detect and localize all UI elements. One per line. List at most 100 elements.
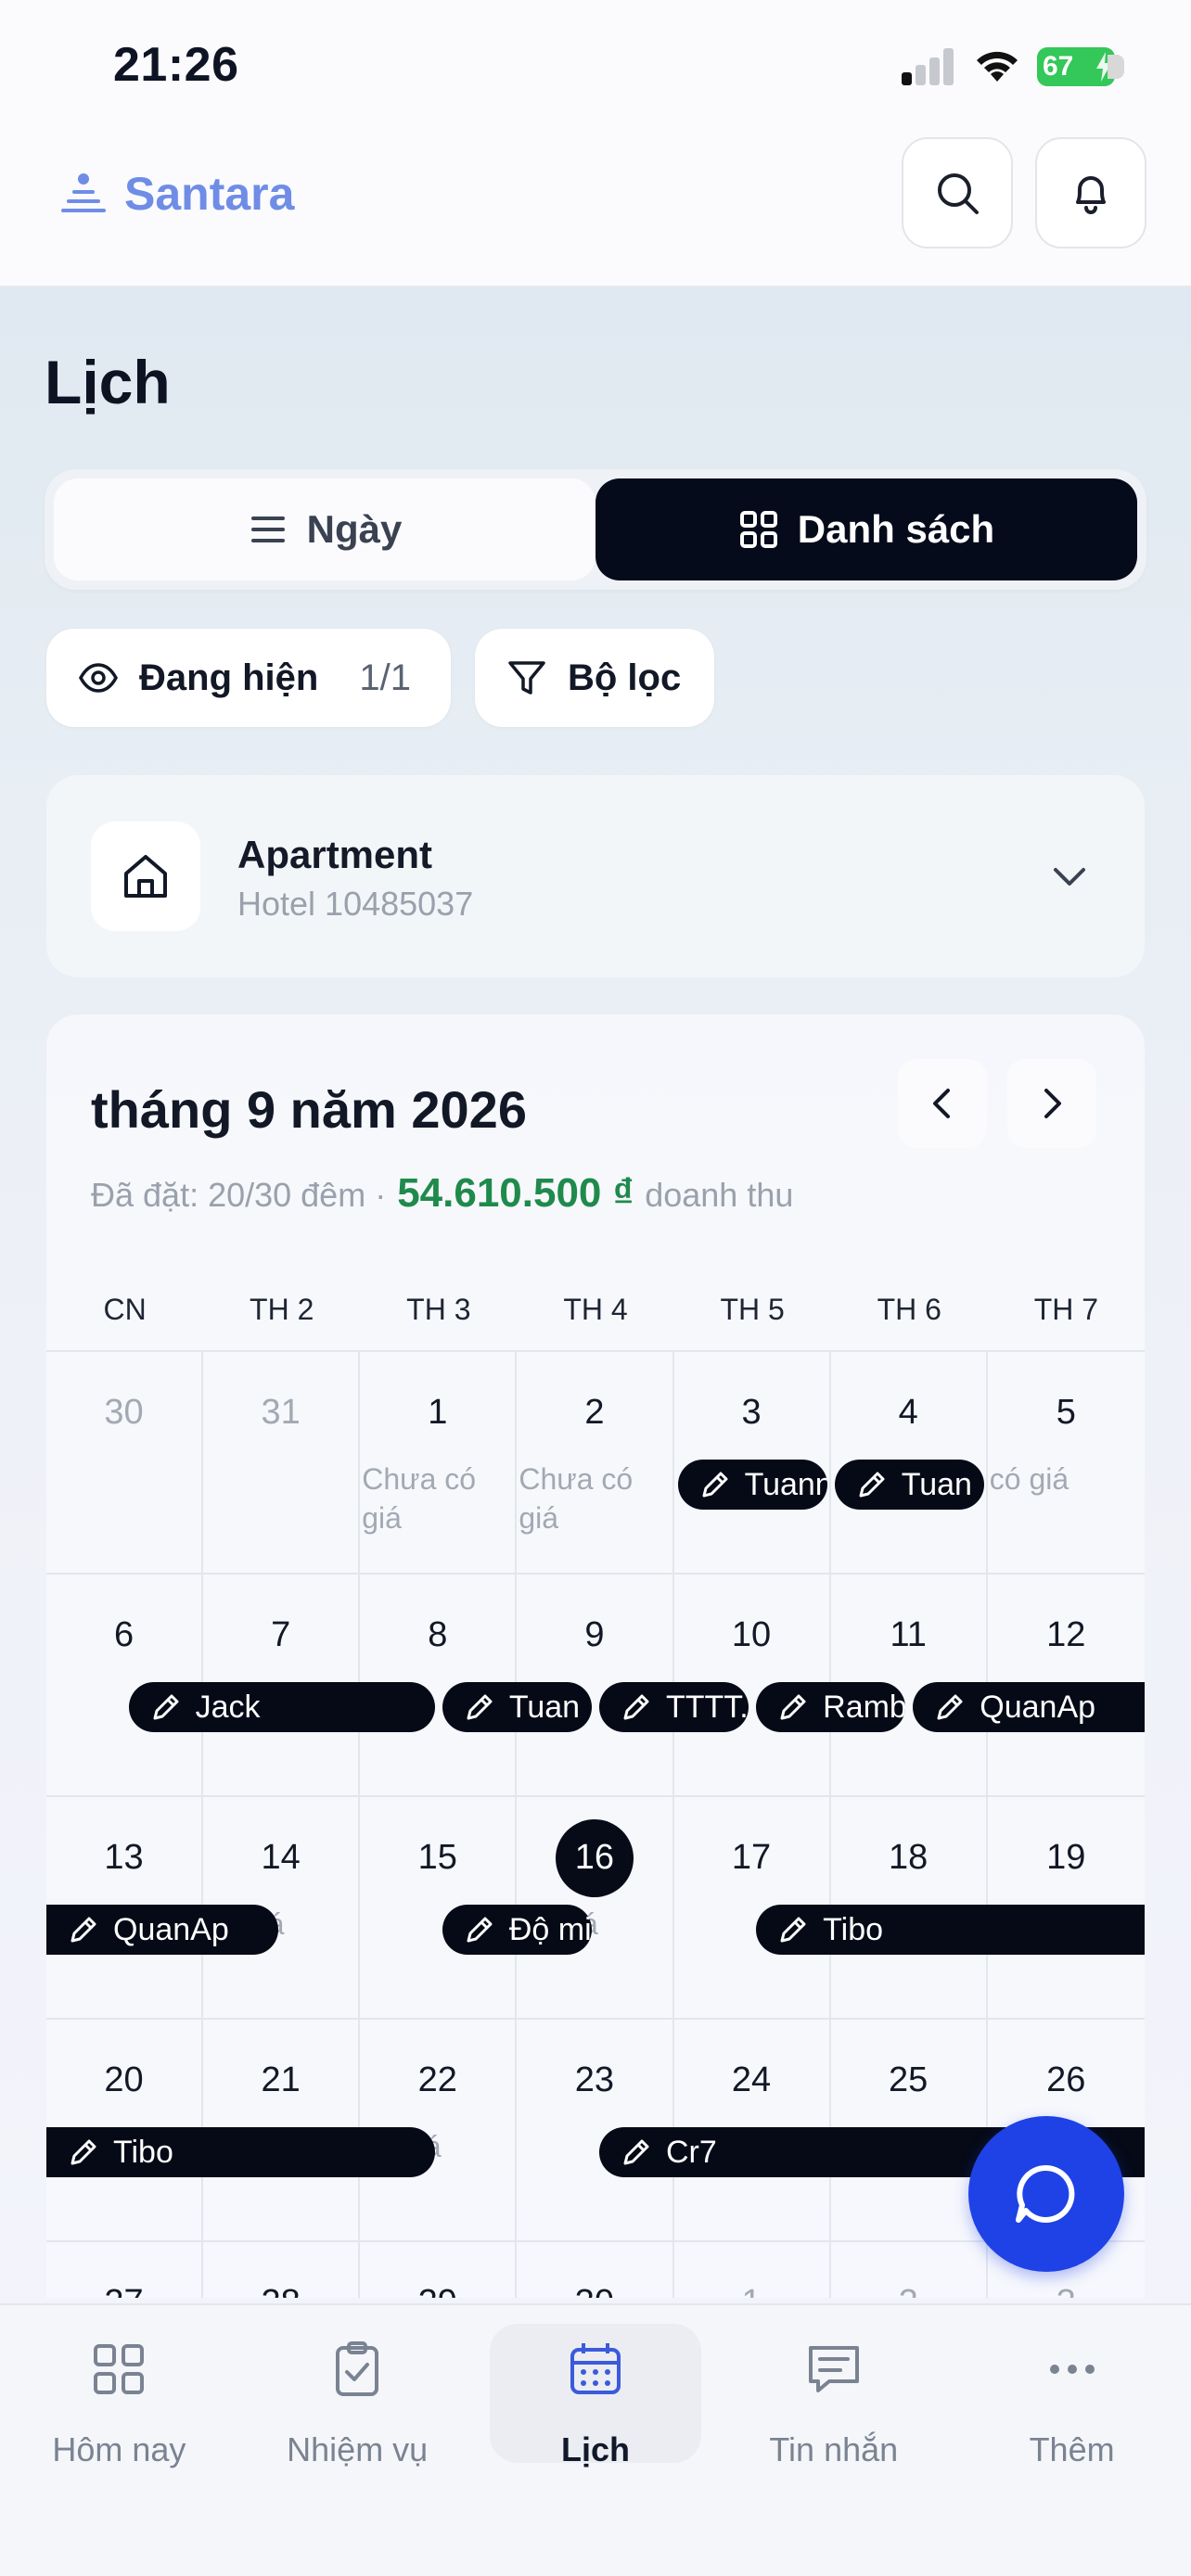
calendar-day[interactable]: 2 xyxy=(831,2242,988,2298)
nav-item-message[interactable]: Tin nhắn xyxy=(714,2305,953,2576)
summary-revenue: 54.610.500 ₫ xyxy=(397,1170,634,1216)
bell-icon xyxy=(1076,176,1106,214)
summary-nights: Đã đặt: 20/30 đêm · xyxy=(91,1176,387,1214)
booking-guest-name: Độ mi xyxy=(508,1911,592,1947)
day-price-note: có giá xyxy=(989,1462,1069,1496)
calendar-day[interactable]: 28 xyxy=(203,2242,361,2298)
booking-bar[interactable]: Tuan xyxy=(834,1460,984,1510)
wifi-icon xyxy=(977,51,1018,82)
day-number: 5 xyxy=(1056,1393,1076,1432)
view-day-button[interactable]: Ngày xyxy=(54,478,596,580)
calendar-day[interactable]: 2 Chưa có giá xyxy=(517,1352,674,1575)
summary-suffix: doanh thu xyxy=(645,1176,794,1214)
day-number: 11 xyxy=(890,1615,927,1654)
grid-icon xyxy=(739,511,777,548)
weekday-label: TH 3 xyxy=(406,1293,471,1326)
day-number: 1 xyxy=(428,1393,448,1432)
nav-item-calendar[interactable]: Lịch xyxy=(477,2305,715,2576)
day-number: 29 xyxy=(360,2283,515,2298)
calendar-day[interactable]: 27 xyxy=(46,2242,204,2298)
calendar-day[interactable]: 1 xyxy=(674,2242,831,2298)
calendar-day[interactable]: 31 xyxy=(203,1352,361,1575)
day-number: 30 xyxy=(104,1393,144,1432)
pencil-icon xyxy=(702,1472,728,1498)
filter-chip[interactable]: Bộ lọc xyxy=(475,629,714,727)
booking-bar[interactable]: QuanAp xyxy=(46,1905,278,1955)
property-name: Apartment xyxy=(237,833,433,876)
day-number: 30 xyxy=(517,2283,672,2298)
day-number: 26 xyxy=(1046,2060,1086,2099)
nav-label: Thêm xyxy=(1029,2430,1115,2468)
booking-guest-name: Tuan xyxy=(508,1689,581,1725)
day-number: 8 xyxy=(428,1615,448,1654)
pencil-icon xyxy=(780,1694,806,1720)
view-list-button[interactable]: Danh sách xyxy=(596,478,1137,580)
booking-guest-name: QuanAp xyxy=(113,1911,229,1947)
clipboard-check-icon xyxy=(327,2339,388,2408)
nav-label: Hôm nay xyxy=(52,2430,186,2468)
booking-bar[interactable]: Rambo xyxy=(756,1682,906,1732)
nav-item-grid[interactable]: Hôm nay xyxy=(0,2305,238,2576)
pencil-icon xyxy=(70,2139,96,2165)
weekday-label: TH 4 xyxy=(563,1293,628,1326)
visibility-label: Đang hiện xyxy=(139,657,319,698)
booking-bar[interactable]: Tuann xyxy=(677,1460,827,1510)
property-icon-box xyxy=(91,822,200,931)
day-price-note: Chưa có giá xyxy=(362,1462,477,1535)
view-toggle: Ngày Danh sách xyxy=(45,469,1146,590)
day-number: 7 xyxy=(271,1615,291,1654)
calendar-day[interactable]: 1 Chưa có giá xyxy=(360,1352,518,1575)
grid-icon xyxy=(88,2339,149,2408)
bottom-navigation: Hôm nay Nhiệm vụ Lịch Tin nhắn Thêm xyxy=(0,2303,1191,2576)
chat-fab-button[interactable] xyxy=(968,2116,1124,2272)
nav-item-clipboard-check[interactable]: Nhiệm vụ xyxy=(238,2305,477,2576)
calendar-month-title: tháng 9 năm 2026 xyxy=(91,1080,527,1139)
search-icon xyxy=(938,173,979,214)
day-number: 31 xyxy=(261,1393,301,1432)
calendar-day[interactable]: 29 xyxy=(360,2242,518,2298)
nav-item-more-dots[interactable]: Thêm xyxy=(953,2305,1191,2576)
booking-bar[interactable]: Tuan xyxy=(442,1682,592,1732)
day-number: 4 xyxy=(898,1393,918,1432)
day-number: 24 xyxy=(731,2060,772,2099)
previous-month-button[interactable] xyxy=(898,1059,987,1148)
booking-bar[interactable]: Tibo xyxy=(46,2127,435,2177)
day-number: 23 xyxy=(574,2060,615,2099)
booking-guest-name: Jack xyxy=(195,1689,261,1725)
brand-logo[interactable]: Santara xyxy=(59,167,294,221)
day-number: 21 xyxy=(261,2060,301,2099)
calendar-day[interactable]: 30 xyxy=(46,1352,204,1575)
app-header: Santara xyxy=(0,130,1191,287)
day-number: 6 xyxy=(113,1615,134,1654)
calendar-card: tháng 9 năm 2026 Đã đặt: 20/30 đêm · 54.… xyxy=(46,1014,1145,2298)
day-number: 18 xyxy=(889,1838,928,1877)
day-number: 16 xyxy=(574,1838,615,1877)
day-number: 20 xyxy=(104,2060,144,2099)
booking-bar[interactable]: Độ mi xyxy=(442,1905,592,1955)
visibility-chip[interactable]: Đang hiện 1/1 xyxy=(46,629,451,727)
booking-guest-name: Tuann xyxy=(744,1466,827,1502)
booking-bar[interactable]: Tibo xyxy=(756,1905,1145,1955)
day-number: 12 xyxy=(1046,1615,1086,1654)
battery-level: 67 xyxy=(1043,51,1074,82)
eye-icon xyxy=(79,663,118,693)
day-price-note: Chưa có giá xyxy=(519,1462,634,1535)
battery-tail xyxy=(1108,55,1124,79)
day-number: 22 xyxy=(417,2060,457,2099)
booking-bar[interactable]: QuanAp xyxy=(913,1682,1145,1732)
calendar-day[interactable]: 5 có giá xyxy=(987,1352,1145,1575)
search-button[interactable] xyxy=(902,137,1013,249)
day-number: 9 xyxy=(584,1615,605,1654)
calendar-day[interactable]: 30 xyxy=(517,2242,674,2298)
notifications-button[interactable] xyxy=(1035,137,1146,249)
pencil-icon xyxy=(153,1694,179,1720)
booking-bar[interactable]: TTTT. xyxy=(599,1682,749,1732)
booking-bar[interactable]: Jack xyxy=(128,1682,435,1732)
weekday-label: TH 6 xyxy=(877,1293,941,1326)
cellular-signal-icon xyxy=(902,48,955,85)
property-selector[interactable]: Apartment Hotel 10485037 xyxy=(46,775,1145,977)
next-month-button[interactable] xyxy=(1007,1059,1096,1148)
chevron-right-icon xyxy=(1044,1089,1061,1118)
day-number: 15 xyxy=(417,1838,457,1877)
pencil-icon xyxy=(937,1694,963,1720)
